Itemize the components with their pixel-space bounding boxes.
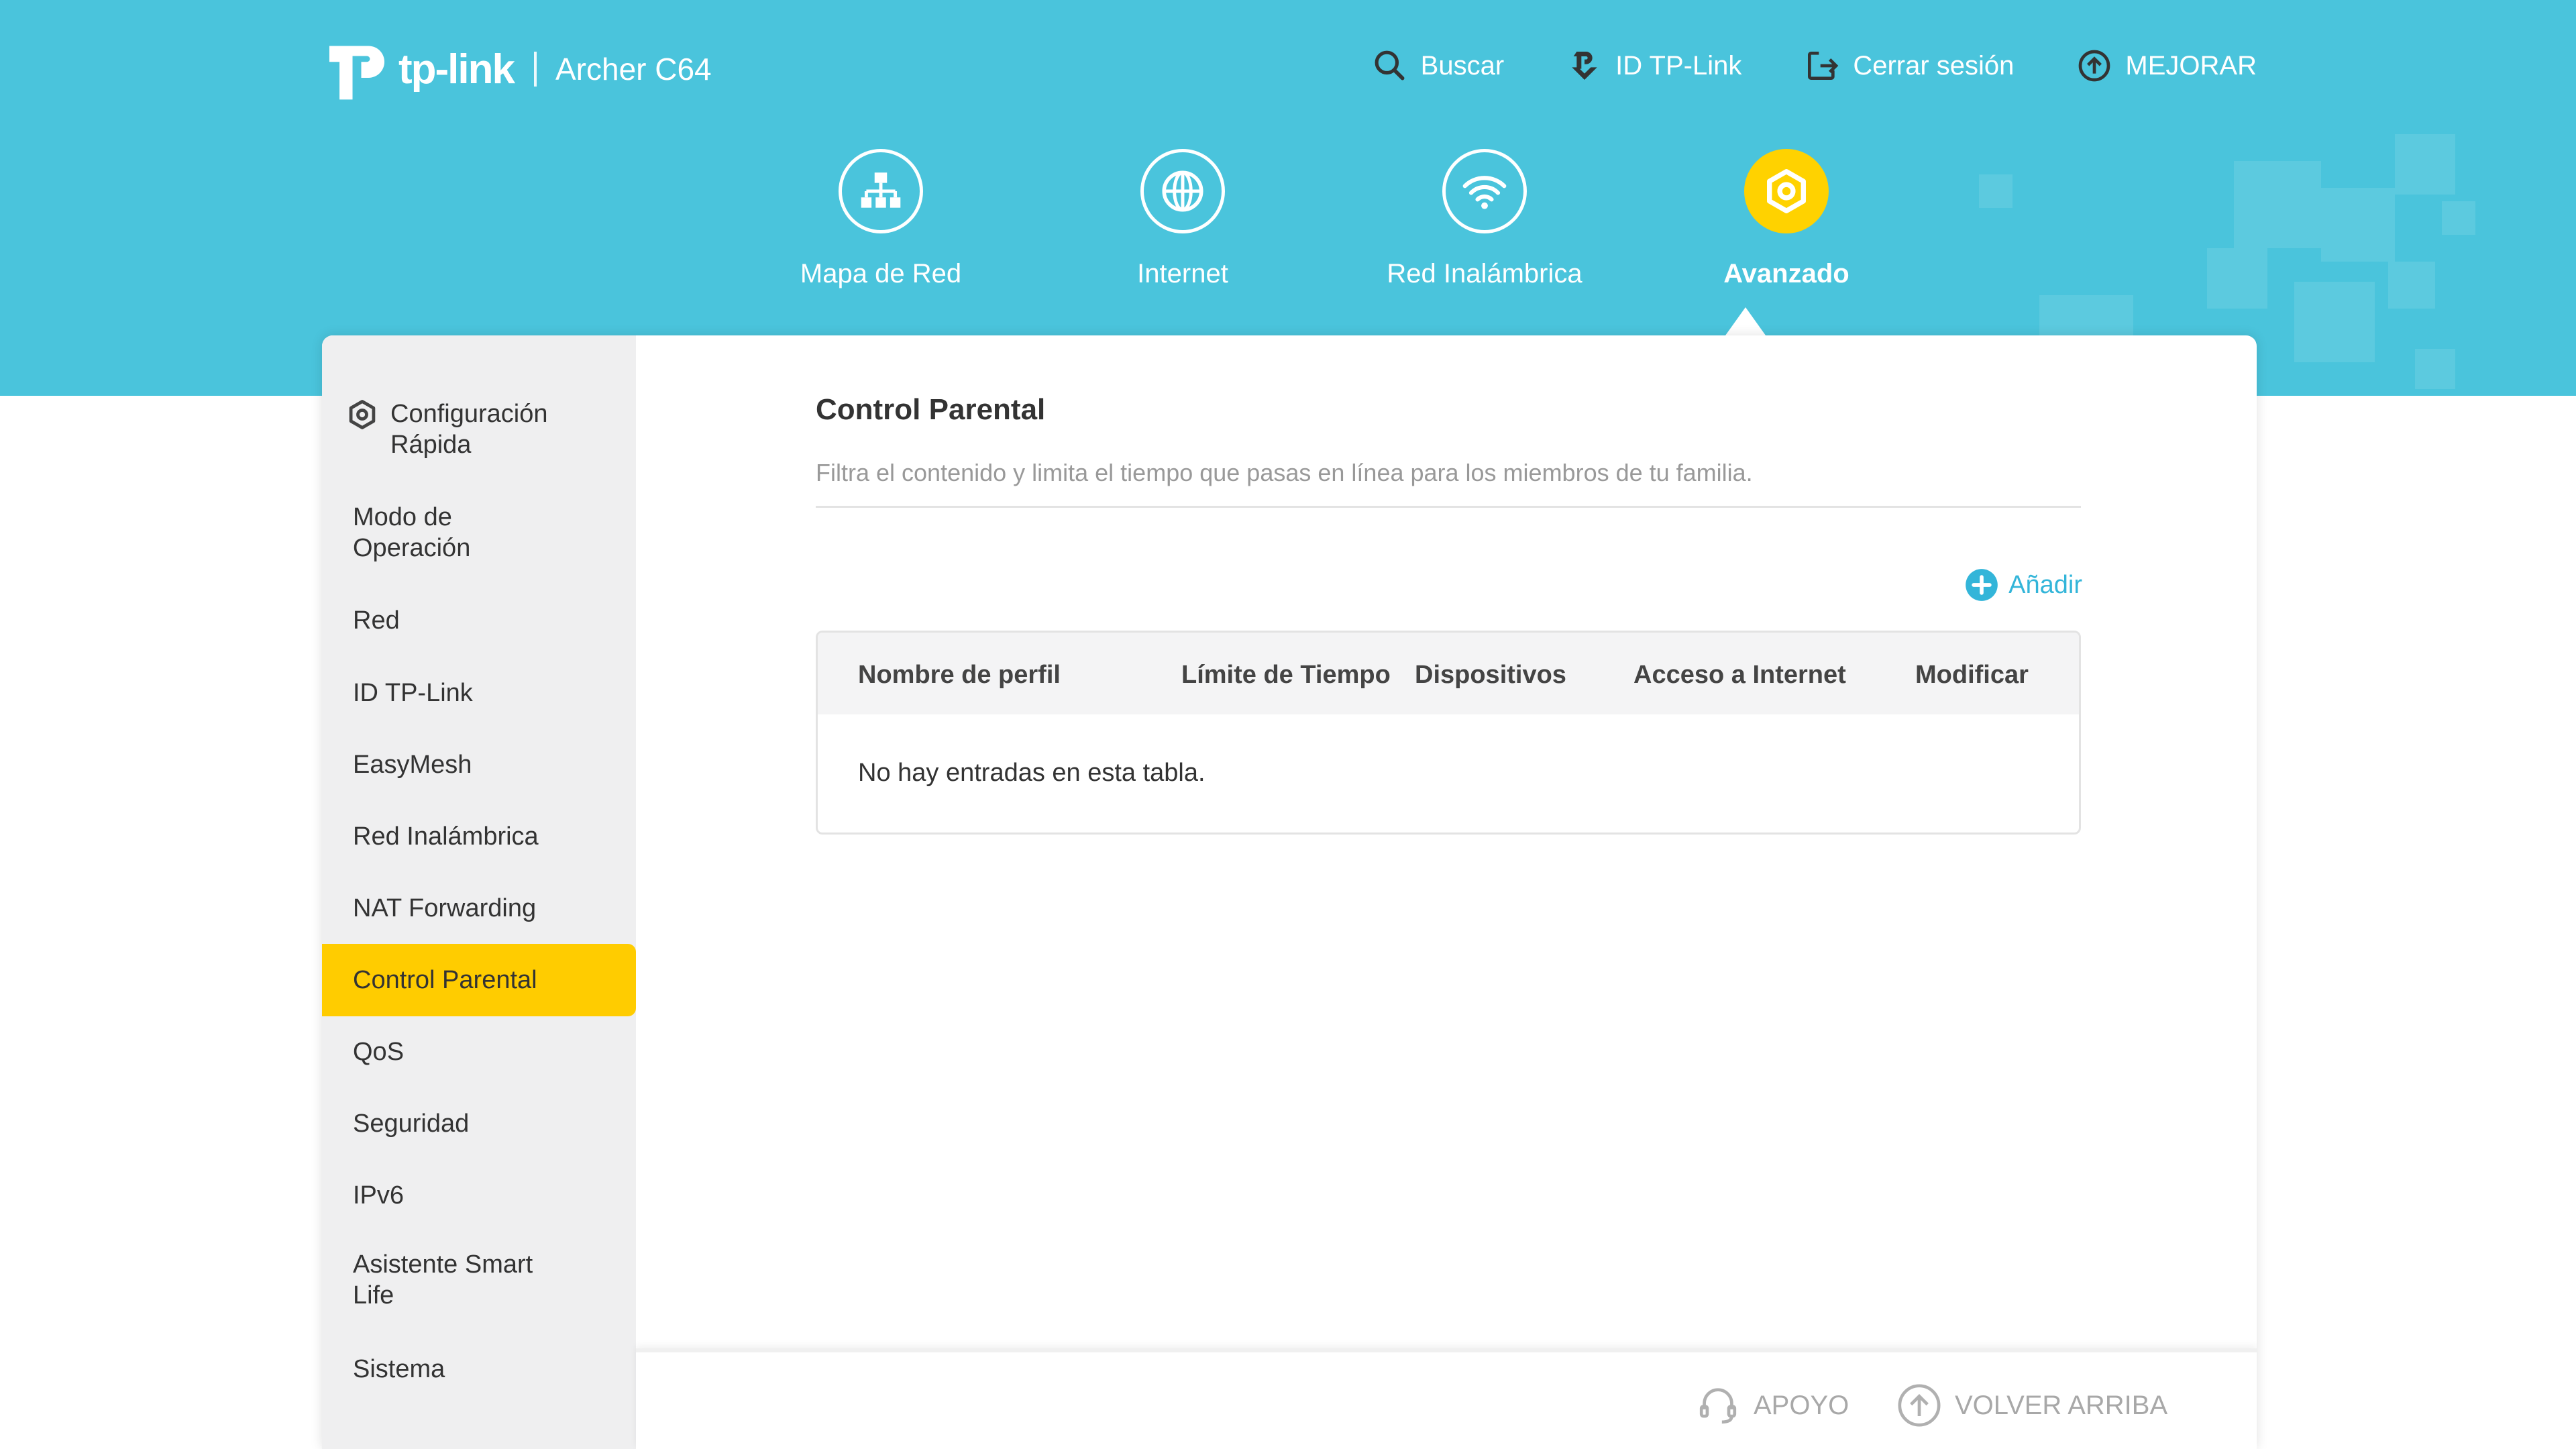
tplink-logo-icon xyxy=(329,46,385,100)
gear-icon xyxy=(349,400,376,429)
nav-network-map-label: Mapa de Red xyxy=(800,259,962,288)
footer-bar: APOYO VOLVER ARRIBA xyxy=(636,1348,2257,1449)
decor-square xyxy=(2415,349,2455,389)
globe-icon xyxy=(1162,170,1203,212)
sidebar-item-smart-life[interactable]: Asistente Smart Life xyxy=(322,1249,636,1311)
plus-circle-icon xyxy=(1966,569,1998,601)
wifi-icon-circle xyxy=(1442,149,1527,233)
gear-icon-circle xyxy=(1744,149,1829,233)
decor-square xyxy=(2207,248,2267,309)
column-header-devices: Dispositivos xyxy=(1415,661,1566,689)
logout-icon xyxy=(1808,52,1839,80)
search-icon xyxy=(1375,50,1405,80)
nav-internet[interactable]: Internet xyxy=(1032,149,1334,289)
model-name: Archer C64 xyxy=(555,52,712,87)
sidebar-item-ipv6[interactable]: IPv6 xyxy=(322,1180,636,1211)
sidebar-item-system[interactable]: Sistema xyxy=(322,1354,636,1385)
sidebar-item-parental-control[interactable]: Control Parental xyxy=(322,944,636,1016)
sidebar-item-security[interactable]: Seguridad xyxy=(322,1108,636,1139)
nav-wireless-label: Red Inalámbrica xyxy=(1387,259,1582,288)
wifi-icon xyxy=(1462,176,1507,209)
decor-square xyxy=(2294,282,2375,362)
nav-wireless[interactable]: Red Inalámbrica xyxy=(1334,149,1635,289)
nav-advanced-label: Avanzado xyxy=(1723,259,1849,288)
column-header-internet-access: Acceso a Internet xyxy=(1633,661,1846,689)
main-card: Configuración Rápida Modo de Operación R… xyxy=(322,335,2257,1449)
parental-profiles-table: Nombre de perfil Límite de Tiempo Dispos… xyxy=(816,631,2081,835)
add-button[interactable]: Añadir xyxy=(1964,568,2082,602)
logout-link[interactable]: Cerrar sesión xyxy=(1803,47,2014,85)
logo-divider xyxy=(533,52,537,87)
gear-icon xyxy=(1767,169,1806,213)
column-header-modify: Modificar xyxy=(1915,661,2029,689)
search-label: Buscar xyxy=(1420,50,1505,80)
main-nav: Mapa de Red Internet Red Inalámbrica Ava… xyxy=(730,149,1937,289)
table-header: Nombre de perfil Límite de Tiempo Dispos… xyxy=(818,633,2079,714)
sidebar-item-quick-setup[interactable]: Configuración Rápida xyxy=(322,398,636,460)
title-divider xyxy=(816,506,2081,508)
decor-square xyxy=(1979,174,2012,208)
page-title: Control Parental xyxy=(816,393,1046,426)
upgrade-label: MEJORAR xyxy=(2125,50,2257,80)
arrow-up-circle-icon xyxy=(1898,1384,1941,1427)
back-to-top-label: VOLVER ARRIBA xyxy=(1955,1390,2168,1420)
decor-square xyxy=(2321,188,2395,262)
support-link[interactable]: APOYO xyxy=(1695,1382,1849,1429)
back-to-top-link[interactable]: VOLVER ARRIBA xyxy=(1896,1382,2167,1429)
sidebar-item-nat-forwarding[interactable]: NAT Forwarding xyxy=(322,893,636,924)
sidebar-item-network[interactable]: Red xyxy=(322,605,636,636)
network-map-icon xyxy=(861,172,901,208)
upgrade-link[interactable]: MEJORAR xyxy=(2076,47,2257,85)
content-area: Control Parental Filtra el contenido y l… xyxy=(636,335,2257,1355)
nav-network-map[interactable]: Mapa de Red xyxy=(730,149,1032,289)
sidebar: Configuración Rápida Modo de Operación R… xyxy=(322,335,636,1449)
sidebar-item-wireless[interactable]: Red Inalámbrica xyxy=(322,821,636,852)
support-label: APOYO xyxy=(1754,1390,1849,1420)
tplink-id-label: ID TP-Link xyxy=(1615,50,1742,80)
decor-square xyxy=(2442,201,2475,235)
page-description: Filtra el contenido y limita el tiempo q… xyxy=(816,459,1753,486)
sidebar-item-qos[interactable]: QoS xyxy=(322,1036,636,1067)
sidebar-item-label: Configuración Rápida xyxy=(390,400,548,459)
sidebar-item-tplink-id[interactable]: ID TP-Link xyxy=(322,678,636,708)
add-button-label: Añadir xyxy=(2008,570,2082,599)
nav-advanced[interactable]: Avanzado xyxy=(1635,149,1937,289)
sidebar-item-operation-mode[interactable]: Modo de Operación xyxy=(322,502,636,564)
nav-internet-label: Internet xyxy=(1137,259,1228,288)
active-nav-pointer xyxy=(1725,307,1766,335)
decor-square xyxy=(2234,161,2321,248)
headset-icon xyxy=(1699,1388,1737,1424)
decor-square xyxy=(2395,134,2455,195)
network-map-icon-circle xyxy=(839,149,923,233)
logout-label: Cerrar sesión xyxy=(1853,50,2015,80)
sidebar-item-easymesh[interactable]: EasyMesh xyxy=(322,749,636,780)
tplink-logo[interactable]: tp-link Archer C64 xyxy=(321,32,712,106)
table-empty-message: No hay entradas en esta tabla. xyxy=(858,759,1205,787)
column-header-time-limit: Límite de Tiempo xyxy=(1181,661,1391,689)
top-links: Buscar ID TP-Link Cerrar sesión MEJORAR xyxy=(1371,47,2257,85)
tplink-id-icon xyxy=(1572,52,1597,80)
upgrade-icon xyxy=(2079,50,2110,82)
globe-icon-circle xyxy=(1140,149,1225,233)
tplink-id-link[interactable]: ID TP-Link xyxy=(1566,47,1741,85)
decor-square xyxy=(2388,262,2435,309)
column-header-profile-name: Nombre de perfil xyxy=(858,661,1061,689)
brand-name: tp-link xyxy=(398,46,515,93)
search-link[interactable]: Buscar xyxy=(1371,47,1505,85)
